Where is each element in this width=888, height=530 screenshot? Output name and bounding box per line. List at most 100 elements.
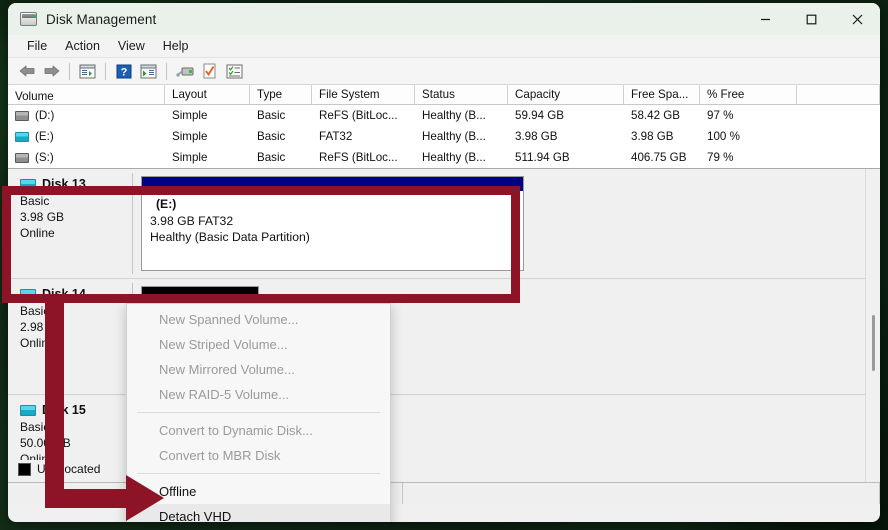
column-spacer: [797, 85, 880, 104]
volume-list: Volume Layout Type File System Status Ca…: [8, 85, 880, 168]
minimize-icon[interactable]: [742, 3, 788, 35]
disk-type: Basic: [20, 194, 50, 208]
vhd-drive-icon: [20, 404, 36, 416]
disk-title-15: Disk 15: [20, 403, 132, 417]
partition-size-fs: 3.98 GB FAT32: [150, 213, 234, 228]
menu-separator: [137, 473, 380, 474]
column-capacity[interactable]: Capacity: [508, 85, 624, 104]
disk-management-window: Disk Management File Action View Help ? …: [8, 3, 880, 522]
svg-text:?: ?: [120, 66, 127, 78]
cell-layout: Simple: [172, 130, 208, 143]
disk-name: Disk 13: [42, 177, 86, 191]
menu-item-new-raid5-volume: New RAID-5 Volume...: [159, 387, 290, 402]
menu-help[interactable]: Help: [154, 37, 198, 55]
vertical-scrollbar[interactable]: [865, 169, 880, 482]
cell-file-system: FAT32: [319, 130, 353, 143]
task-list-icon[interactable]: [223, 60, 246, 82]
column-volume[interactable]: Volume: [8, 85, 165, 104]
cell-type: Basic: [257, 151, 286, 164]
toolbar-separator: [105, 62, 106, 80]
rescan-disks-icon[interactable]: [173, 60, 196, 82]
disk-info-14[interactable]: Disk 14 Basic 2.98 GB Online: [12, 283, 133, 390]
disk-row-13[interactable]: Disk 13 Basic 3.98 GB Online (E:) 3.98 G…: [8, 169, 880, 279]
toolbar: ?: [8, 58, 880, 85]
cell-status: Healthy (B...: [422, 130, 486, 143]
title-bar: Disk Management: [8, 3, 880, 35]
column-free-space[interactable]: Free Spa...: [624, 85, 700, 104]
column-type[interactable]: Type: [250, 85, 312, 104]
disk-drive-icon: [20, 12, 37, 26]
cell-percent-free: 100 %: [707, 130, 740, 143]
disk-state: Online: [20, 336, 55, 350]
cell-percent-free: 79 %: [707, 151, 734, 164]
menu-view[interactable]: View: [109, 37, 154, 55]
menu-item-offline[interactable]: Offline: [127, 479, 390, 504]
toolbar-separator: [69, 62, 70, 80]
disk-size: 2.98 GB: [20, 320, 65, 334]
table-row[interactable]: (S:) Simple Basic ReFS (BitLoc... Health…: [8, 147, 880, 168]
cell-status: Healthy (B...: [422, 151, 486, 164]
partition-e[interactable]: (E:) 3.98 GB FAT32 Healthy (Basic Data P…: [141, 176, 524, 271]
toolbar-separator: [166, 62, 167, 80]
column-file-system[interactable]: File System: [312, 85, 415, 104]
disk-title-14: Disk 14: [20, 287, 132, 301]
console-tree-icon[interactable]: [76, 60, 99, 82]
cell-file-system: ReFS (BitLoc...: [319, 109, 398, 122]
cell-free-space: 58.42 GB: [631, 109, 680, 122]
close-icon[interactable]: [834, 3, 880, 35]
back-button[interactable]: [15, 60, 38, 82]
cell-volume: (E:): [35, 130, 54, 143]
cell-volume: (S:): [35, 151, 54, 164]
disk-size: 3.98 GB: [20, 210, 65, 224]
annotation-arrow-head: [126, 475, 164, 521]
disk-info-13[interactable]: Disk 13 Basic 3.98 GB Online: [12, 173, 133, 274]
disk-context-menu[interactable]: New Spanned Volume... New Striped Volume…: [126, 303, 391, 522]
vhd-drive-icon: [20, 178, 36, 190]
maximize-icon[interactable]: [788, 3, 834, 35]
disk-state: Online: [20, 226, 55, 240]
drive-icon: [15, 110, 29, 121]
menu-item-detach-vhd[interactable]: Detach VHD: [127, 504, 390, 522]
menu-bar: File Action View Help: [8, 35, 880, 58]
cell-type: Basic: [257, 109, 286, 122]
cell-capacity: 59.94 GB: [515, 109, 564, 122]
cell-volume: (D:): [35, 109, 55, 122]
menu-action[interactable]: Action: [56, 37, 109, 55]
question-mark-icon[interactable]: ?: [112, 60, 135, 82]
disk-type: Basic: [20, 420, 50, 434]
table-row[interactable]: (D:) Simple Basic ReFS (BitLoc... Health…: [8, 105, 880, 126]
table-row[interactable]: (E:) Simple Basic FAT32 Healthy (B... 3.…: [8, 126, 880, 147]
volume-list-header: Volume Layout Type File System Status Ca…: [8, 85, 880, 105]
menu-item-convert-to-mbr-disk: Convert to MBR Disk: [159, 448, 281, 463]
forward-button[interactable]: [40, 60, 63, 82]
disk-name: Disk 14: [42, 287, 86, 301]
column-status[interactable]: Status: [415, 85, 508, 104]
vhd-drive-icon: [20, 288, 36, 300]
cell-capacity: 3.98 GB: [515, 130, 558, 143]
cell-percent-free: 97 %: [707, 109, 734, 122]
cell-capacity: 511.94 GB: [515, 151, 570, 164]
column-layout[interactable]: Layout: [165, 85, 250, 104]
partition-status: Healthy (Basic Data Partition): [150, 230, 310, 244]
action-pane-icon[interactable]: [137, 60, 160, 82]
partition-color-bar: [142, 287, 258, 301]
scrollbar-thumb[interactable]: [872, 315, 875, 371]
status-cell-3: [403, 483, 880, 504]
partition-color-bar: [142, 177, 523, 191]
cell-type: Basic: [257, 130, 286, 143]
annotation-arrow-arm: [45, 489, 139, 508]
menu-item-convert-to-dynamic-disk: Convert to Dynamic Disk...: [159, 423, 313, 438]
cell-layout: Simple: [172, 151, 208, 164]
cell-free-space: 3.98 GB: [631, 130, 674, 143]
menu-item-new-spanned-volume: New Spanned Volume...: [159, 312, 299, 327]
disk-size: 50.00 GB: [20, 436, 71, 450]
cell-status: Healthy (B...: [422, 109, 486, 122]
checked-document-icon[interactable]: [198, 60, 221, 82]
menu-item-new-striped-volume: New Striped Volume...: [159, 337, 288, 352]
column-percent-free[interactable]: % Free: [700, 85, 797, 104]
menu-separator: [137, 412, 380, 413]
menu-file[interactable]: File: [18, 37, 56, 55]
partition-area-13: (E:) 3.98 GB FAT32 Healthy (Basic Data P…: [133, 173, 880, 274]
disk-title-13: Disk 13: [20, 177, 132, 191]
cell-file-system: ReFS (BitLoc...: [319, 151, 398, 164]
